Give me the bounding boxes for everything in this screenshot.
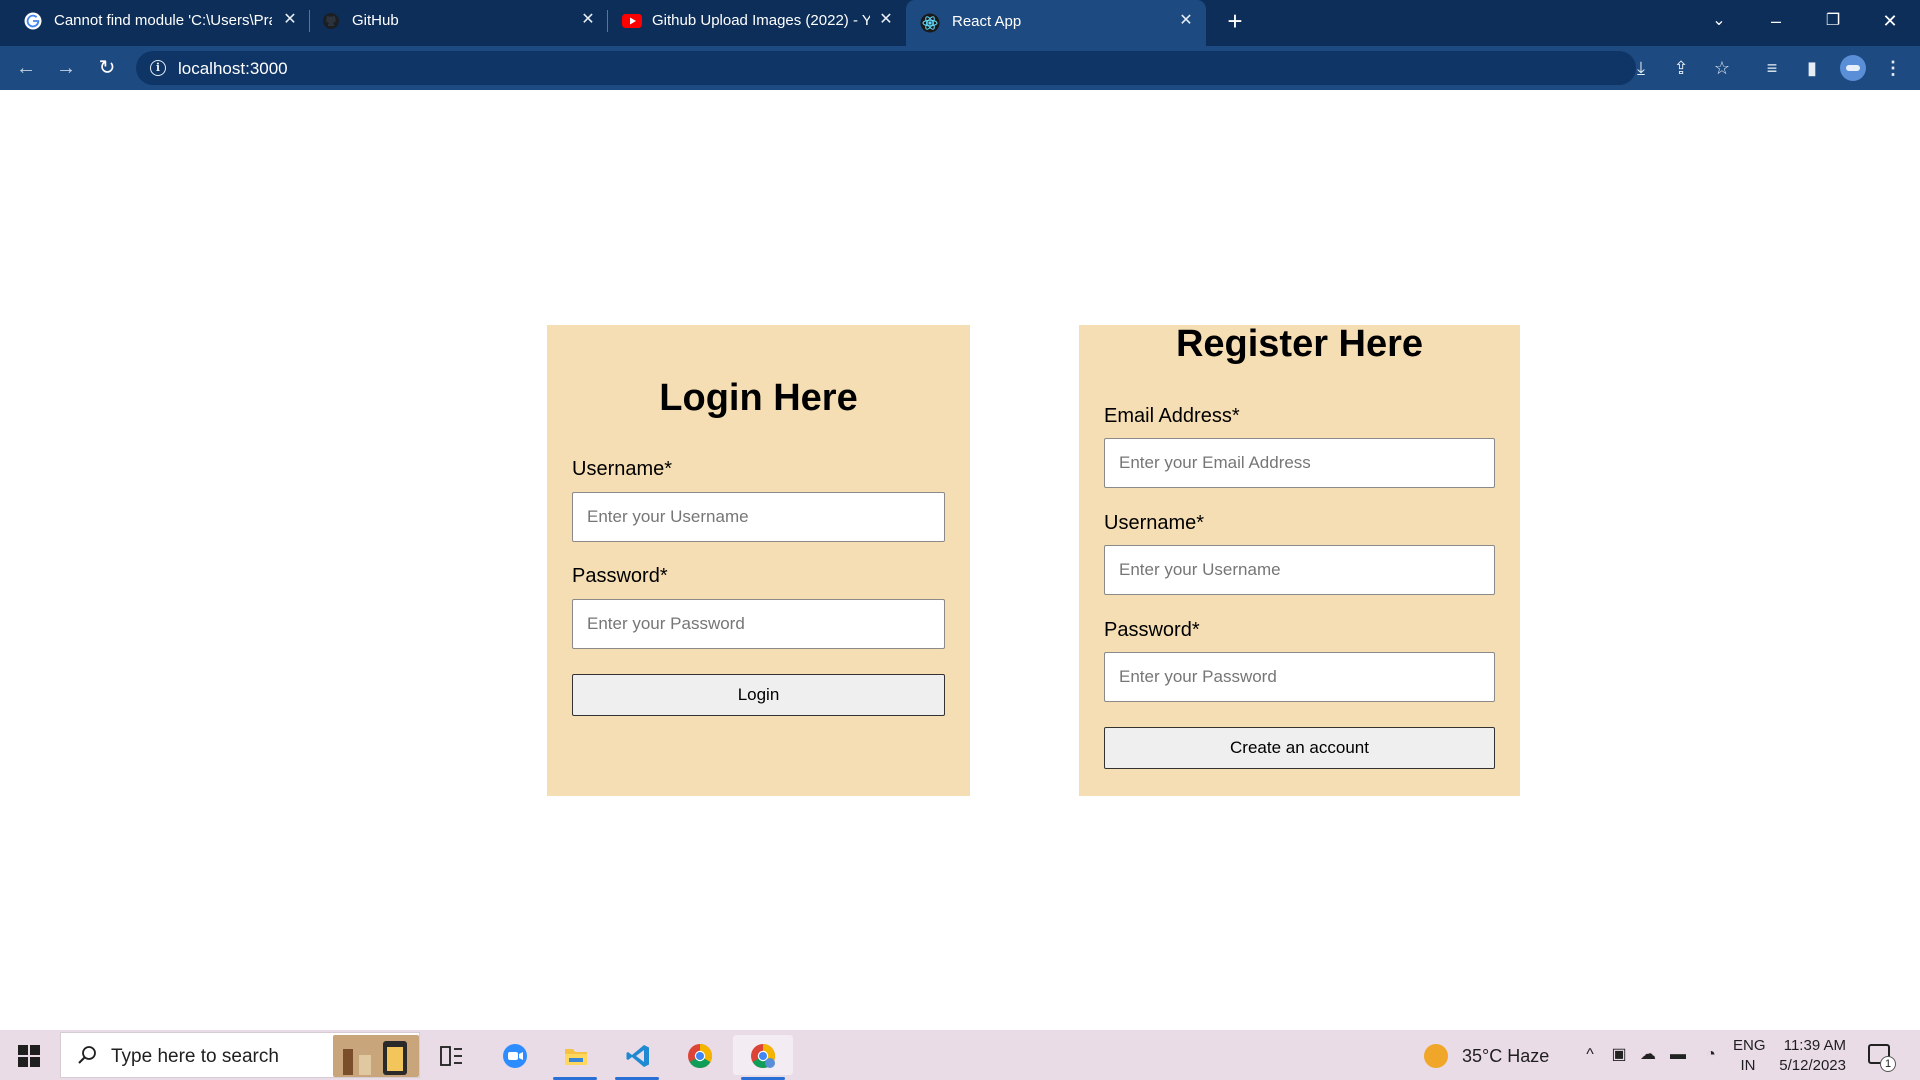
site-info-icon[interactable]: i — [150, 60, 166, 76]
register-title: Register Here — [1175, 323, 1424, 365]
language-line2: IN — [1740, 1057, 1756, 1074]
login-button[interactable]: Login — [572, 674, 945, 716]
zoom-app-button[interactable] — [490, 1035, 538, 1075]
search-highlight-image — [333, 1035, 419, 1077]
windows-taskbar: Type here to search 35°C Haze ^ ▣ ☁ ▬ ◔ … — [0, 1030, 1920, 1080]
taskbar-search-box[interactable]: Type here to search — [60, 1032, 420, 1078]
tab-title: Github Upload Images (2022) - Yo — [652, 12, 870, 29]
tab-title: GitHub — [352, 12, 399, 29]
media-control-icon[interactable]: ≡ — [1758, 54, 1786, 82]
notification-count-badge: 1 — [1880, 1056, 1896, 1072]
tab-title: React App — [952, 13, 1022, 30]
close-window-icon[interactable]: ✕ — [1875, 6, 1905, 36]
github-icon — [323, 13, 339, 29]
create-account-button[interactable]: Create an account — [1104, 727, 1495, 769]
register-email-input[interactable] — [1104, 438, 1495, 488]
language-line1: ENG — [1733, 1037, 1766, 1054]
system-clock[interactable]: 11:39 AM 5/12/2023 — [1772, 1036, 1846, 1076]
login-title: Login Here — [659, 377, 858, 419]
browser-toolbar: ← → ↻ i localhost:3000 ⤓ ⇪ ☆ ≡ ▮ ⋮ — [0, 46, 1920, 90]
login-password-input[interactable] — [572, 599, 945, 649]
task-view-icon — [440, 1046, 462, 1066]
tab-react-app[interactable]: React App ✕ — [906, 0, 1206, 46]
new-tab-plus-icon[interactable]: + — [1222, 8, 1248, 34]
tab-title: Cannot find module 'C:\Users\Pra — [54, 12, 272, 29]
login-password-label: Password* — [572, 565, 668, 587]
tab-cannot-find-module[interactable]: Cannot find module 'C:\Users\Pra ✕ — [0, 0, 300, 42]
battery-icon[interactable]: ▬ — [1668, 1045, 1688, 1065]
chrome-profile-icon — [751, 1044, 776, 1069]
login-username-input[interactable] — [572, 492, 945, 542]
side-panel-icon[interactable]: ▮ — [1798, 54, 1826, 82]
browser-menu-icon[interactable]: ⋮ — [1879, 54, 1907, 82]
search-placeholder: Type here to search — [111, 1046, 279, 1067]
register-card: Register Here Email Address* Username* P… — [1079, 323, 1520, 796]
show-hidden-icons-chevron-icon[interactable]: ^ — [1580, 1045, 1600, 1065]
install-app-icon[interactable]: ⤓ — [1627, 54, 1655, 82]
tab-youtube[interactable]: Github Upload Images (2022) - Yo ✕ — [598, 0, 896, 42]
input-language-indicator[interactable]: ENG IN — [1733, 1036, 1766, 1076]
zoom-icon — [503, 1044, 527, 1068]
tab-search-chevron-icon[interactable]: ⌄ — [1704, 6, 1734, 36]
clock-time: 11:39 AM — [1783, 1037, 1846, 1054]
tab-close-icon[interactable]: ✕ — [280, 10, 300, 30]
address-url[interactable]: localhost:3000 — [178, 59, 288, 79]
register-password-input[interactable] — [1104, 652, 1495, 702]
forward-arrow-icon[interactable]: → — [52, 54, 80, 82]
file-explorer-icon — [565, 1049, 587, 1065]
weather-text: 35°C Haze — [1462, 1046, 1550, 1066]
address-bar[interactable]: i localhost:3000 — [136, 51, 1636, 85]
youtube-icon — [622, 14, 642, 28]
tab-close-icon[interactable]: ✕ — [876, 10, 896, 30]
wifi-icon[interactable]: ◔ — [1701, 1045, 1721, 1065]
haze-weather-icon — [1424, 1044, 1448, 1068]
register-email-label: Email Address* — [1104, 405, 1240, 427]
reload-icon[interactable]: ↻ — [93, 54, 121, 82]
vscode-app-button[interactable] — [613, 1035, 661, 1080]
chrome-app-button[interactable] — [675, 1035, 723, 1075]
profile-avatar[interactable] — [1840, 55, 1866, 81]
windows-start-icon[interactable] — [18, 1045, 40, 1067]
meet-now-icon[interactable]: ▣ — [1609, 1045, 1629, 1065]
bookmark-star-icon[interactable]: ☆ — [1708, 54, 1736, 82]
search-icon — [78, 1046, 96, 1064]
register-password-label: Password* — [1104, 619, 1200, 641]
task-view-button[interactable] — [426, 1035, 474, 1075]
tab-github[interactable]: GitHub ✕ — [300, 0, 598, 42]
share-icon[interactable]: ⇪ — [1667, 54, 1695, 82]
chrome-profile-app-button[interactable] — [733, 1035, 793, 1080]
login-username-label: Username* — [572, 458, 673, 480]
chrome-icon — [688, 1044, 713, 1069]
google-icon — [24, 12, 42, 30]
clock-date: 5/12/2023 — [1779, 1057, 1846, 1074]
back-arrow-icon[interactable]: ← — [12, 54, 40, 82]
file-explorer-app-button[interactable] — [551, 1035, 599, 1080]
vscode-icon — [626, 1045, 649, 1067]
login-card: Login Here Username* Password* Login — [547, 325, 970, 796]
minimize-icon[interactable]: – — [1761, 6, 1791, 36]
weather-widget[interactable]: 35°C Haze — [1424, 1044, 1552, 1068]
restore-icon[interactable]: ❐ — [1818, 6, 1848, 36]
onedrive-cloud-icon[interactable]: ☁ — [1638, 1045, 1658, 1065]
register-username-input[interactable] — [1104, 545, 1495, 595]
react-icon — [920, 13, 940, 33]
tab-close-icon[interactable]: ✕ — [578, 10, 598, 30]
tab-close-icon[interactable]: ✕ — [1176, 11, 1196, 31]
register-username-label: Username* — [1104, 512, 1205, 534]
browser-tab-strip: Cannot find module 'C:\Users\Pra ✕ GitHu… — [0, 0, 1920, 46]
